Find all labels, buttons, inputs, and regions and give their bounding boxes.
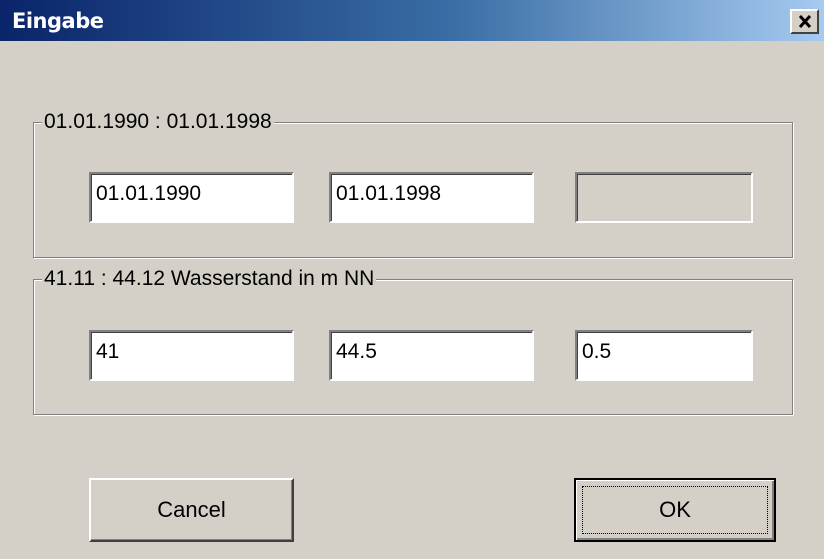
level-step-field[interactable]: 0.5 <box>575 330 753 381</box>
ok-button-label: OK <box>659 497 691 522</box>
title-bar[interactable]: Eingabe <box>0 0 824 41</box>
close-icon <box>798 15 811 28</box>
level-to-field[interactable]: 44.5 <box>329 330 534 381</box>
date-from-field[interactable]: 01.01.1990 <box>89 172 294 223</box>
water-level-label: 41.11 : 44.12 Wasserstand in m NN <box>42 266 377 292</box>
cancel-button[interactable]: Cancel <box>89 478 294 542</box>
date-range-label: 01.01.1990 : 01.01.1998 <box>42 109 274 135</box>
date-to-field[interactable]: 01.01.1998 <box>329 172 534 223</box>
focus-rectangle: OK <box>582 486 768 534</box>
date-step-field <box>575 172 753 223</box>
dialog-title: Eingabe <box>12 9 104 33</box>
level-from-field[interactable]: 41 <box>89 330 294 381</box>
cancel-button-label: Cancel <box>157 497 226 522</box>
ok-button[interactable]: OK <box>574 478 776 542</box>
close-button[interactable] <box>790 9 819 34</box>
